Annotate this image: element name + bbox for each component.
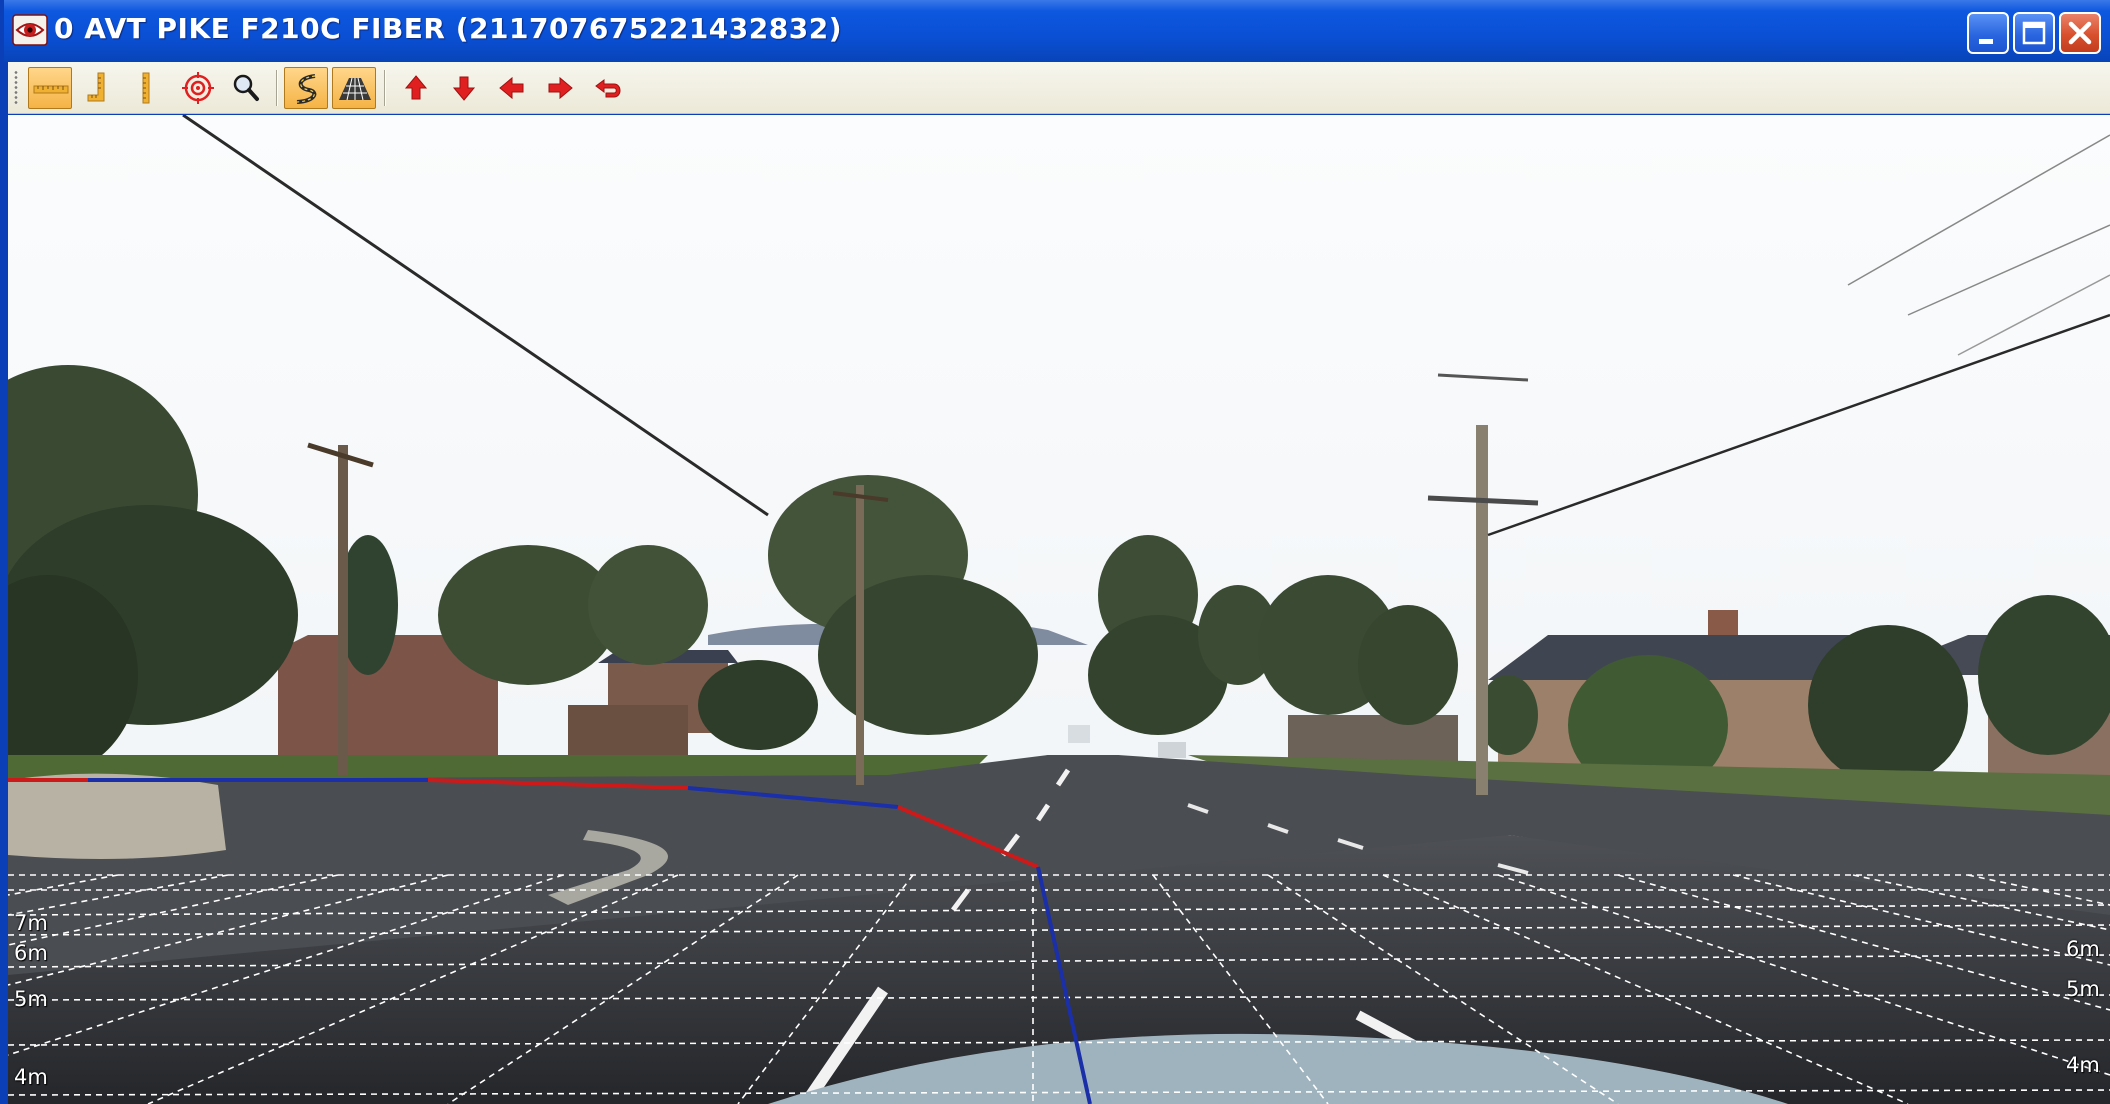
toolbar-separator xyxy=(276,70,278,106)
horizontal-ruler-button[interactable] xyxy=(28,67,72,109)
target-button[interactable] xyxy=(176,67,220,109)
arrow-down-button[interactable] xyxy=(442,67,486,109)
target-icon xyxy=(182,72,214,104)
vertical-ruler-icon xyxy=(87,72,105,102)
distance-label-right: 4m xyxy=(2066,1053,2100,1077)
undo-arrow-button[interactable] xyxy=(586,67,630,109)
arrow-right-icon xyxy=(548,76,573,100)
arrow-left-icon xyxy=(499,76,524,100)
distance-label-left: 4m xyxy=(14,1065,48,1089)
lane-curve-icon xyxy=(296,74,317,104)
toolbar xyxy=(8,62,2110,114)
undo-arrow-icon xyxy=(595,79,621,98)
arrow-up-icon xyxy=(404,75,428,100)
minimize-icon xyxy=(1979,39,1993,44)
arrow-down-icon xyxy=(452,76,476,101)
road-grid-button[interactable] xyxy=(332,67,376,109)
camera-window: 0 AVT PIKE F210C FIBER (2117076752214328… xyxy=(0,0,2110,1104)
toolbar-separator xyxy=(384,70,386,106)
lane-curve-button[interactable] xyxy=(284,67,328,109)
zoom-button[interactable] xyxy=(224,67,268,109)
arrow-right-button[interactable] xyxy=(538,67,582,109)
eye-app-icon xyxy=(12,12,48,48)
distance-label-left: 7m xyxy=(14,911,48,935)
maximize-icon xyxy=(2022,21,2046,45)
zoom-icon xyxy=(233,74,259,101)
distance-label-left: 5m xyxy=(14,987,48,1011)
vertical-dotted-ruler-button[interactable] xyxy=(124,67,168,109)
vertical-ruler-button[interactable] xyxy=(76,67,120,109)
close-button[interactable] xyxy=(2059,12,2101,54)
arrow-left-button[interactable] xyxy=(490,67,534,109)
distance-label-right: 6m xyxy=(2066,937,2100,961)
close-icon xyxy=(2068,21,2092,45)
toolbar-grip-handle[interactable] xyxy=(14,70,18,104)
maximize-button[interactable] xyxy=(2013,12,2055,54)
window-title: 0 AVT PIKE F210C FIBER (2117076752214328… xyxy=(54,12,842,45)
camera-viewport[interactable]: 7m 6m 5m 4m 6m 5m 4m xyxy=(8,115,2110,1104)
road-scene-image xyxy=(8,115,2110,1104)
minimize-button[interactable] xyxy=(1967,12,2009,54)
title-bar[interactable]: 0 AVT PIKE F210C FIBER (2117076752214328… xyxy=(4,0,2110,62)
arrow-up-button[interactable] xyxy=(394,67,438,109)
horizontal-ruler-icon xyxy=(33,85,69,94)
road-grid-icon xyxy=(339,77,371,101)
distance-label-left: 6m xyxy=(14,941,48,965)
vertical-dotted-ruler-icon xyxy=(142,72,150,104)
distance-label-right: 5m xyxy=(2066,977,2100,1001)
